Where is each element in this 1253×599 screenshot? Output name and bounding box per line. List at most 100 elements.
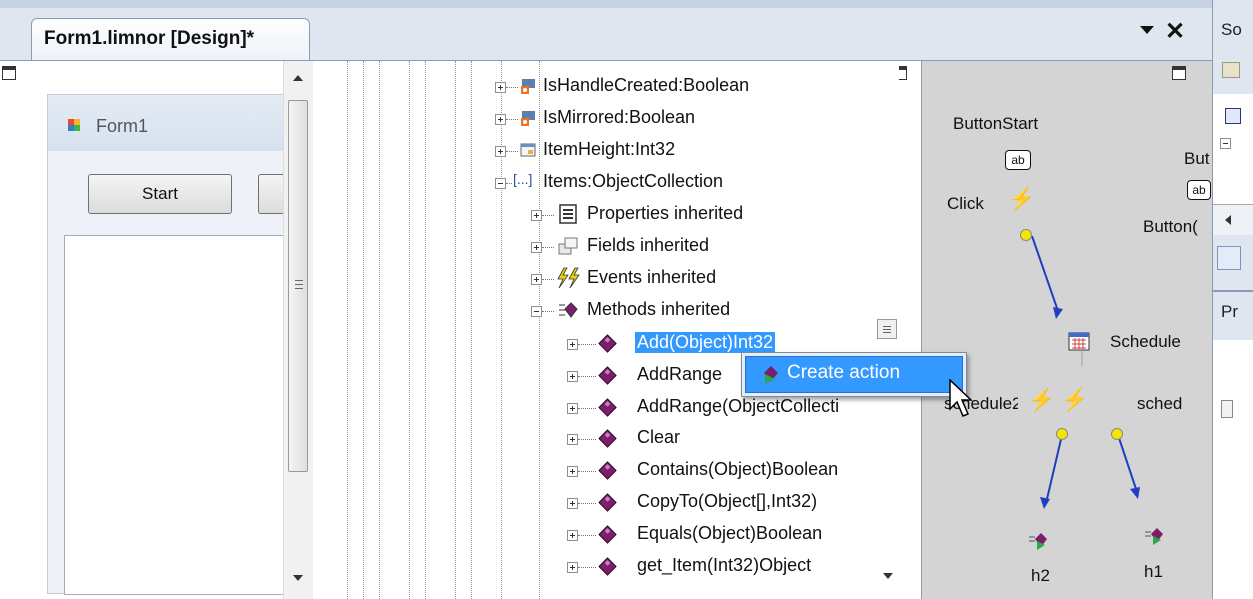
form1-window[interactable]: Form1 Start xyxy=(47,94,288,595)
designer-scroll-thumb[interactable] xyxy=(288,100,308,472)
horizontal-scrollbar[interactable] xyxy=(1213,204,1253,235)
sched-label: sched xyxy=(1137,394,1183,413)
tree-guide-line xyxy=(409,61,410,599)
tree-guide-line xyxy=(501,61,502,599)
designer-scrollbar[interactable] xyxy=(283,61,313,599)
expand-icon[interactable] xyxy=(567,371,578,382)
minimize-pane-icon[interactable] xyxy=(2,66,16,80)
action-diagram-pane[interactable]: ButtonStart ab But ab Click ⚡ Button( Sc… xyxy=(921,61,1213,599)
object-tree-pane: IsHandleCreated:Boolean IsMirrored:Boole… xyxy=(313,61,921,599)
document-tab-strip: Form1.limnor [Design]* ✕ xyxy=(0,0,1212,61)
h1-label: h1 xyxy=(1144,562,1163,581)
toolbar-icon[interactable] xyxy=(1222,62,1240,78)
form-title: Form1 xyxy=(96,116,149,136)
categorized-icon[interactable] xyxy=(1221,400,1233,418)
menu-item-create-action[interactable]: Create action xyxy=(745,356,963,393)
schedule-calendar-icon[interactable] xyxy=(1068,331,1090,351)
expand-icon[interactable] xyxy=(495,82,506,93)
click-event-label: Click xyxy=(947,194,984,213)
connector-dot[interactable] xyxy=(1020,229,1032,241)
collapse-icon[interactable] xyxy=(531,306,542,317)
tab-strip-top-border xyxy=(0,0,1212,8)
properties-grid[interactable] xyxy=(1213,340,1253,599)
method-gem-icon xyxy=(598,493,617,512)
document-tab-form1[interactable]: Form1.limnor [Design]* xyxy=(31,18,310,60)
expand-icon[interactable] xyxy=(567,339,578,350)
scroll-down-icon[interactable] xyxy=(883,573,893,579)
tree-guide-line xyxy=(347,61,348,599)
button-ab-icon[interactable]: ab xyxy=(1005,150,1031,170)
connector-dot[interactable] xyxy=(1111,428,1123,440)
button-start-label: ButtonStart xyxy=(953,114,1039,133)
tree-guide-line xyxy=(471,61,472,599)
expand-icon[interactable] xyxy=(567,530,578,541)
method-gem-icon xyxy=(598,557,617,576)
close-icon[interactable]: ✕ xyxy=(1165,17,1185,46)
solution-explorer-pane: So Pr xyxy=(1212,0,1253,599)
property-icon xyxy=(520,143,536,157)
event-lightning-icon[interactable]: ⚡ xyxy=(1008,186,1035,212)
menu-item-label: Create action xyxy=(787,362,901,383)
project-icon xyxy=(1225,108,1241,124)
scroll-down-icon[interactable] xyxy=(293,575,303,581)
method-gem-icon xyxy=(598,366,617,385)
property-locked-icon xyxy=(521,79,535,94)
expand-icon[interactable] xyxy=(531,274,542,285)
start-button[interactable]: Start xyxy=(88,174,232,214)
schedule-label: Schedule xyxy=(1110,332,1181,351)
mouse-cursor-icon xyxy=(949,379,973,417)
document-tab-title: Form1.limnor [Design]* xyxy=(44,28,255,49)
fields-icon xyxy=(558,237,578,255)
methods-icon xyxy=(559,302,578,318)
button-ab-icon[interactable]: ab xyxy=(1187,180,1211,200)
expand-icon[interactable] xyxy=(567,434,578,445)
create-action-icon xyxy=(764,366,778,384)
tree-scroll-thumb[interactable] xyxy=(877,319,897,339)
collection-icon: [...] xyxy=(513,171,533,187)
collapse-icon[interactable] xyxy=(495,178,506,189)
events-lightning-icon xyxy=(557,267,580,289)
tab-dropdown-icon[interactable] xyxy=(1140,26,1154,34)
method-gem-icon xyxy=(598,461,617,480)
event-lightning-icon[interactable]: ⚡ xyxy=(1061,387,1088,413)
h2-label: h2 xyxy=(1031,566,1050,585)
solution-tree[interactable] xyxy=(1213,94,1253,204)
form-titlebar: Form1 xyxy=(48,95,283,151)
side-panel-title: So xyxy=(1221,20,1242,39)
expand-icon[interactable] xyxy=(531,242,542,253)
properties-panel-title: Pr xyxy=(1221,302,1238,321)
tree-guide-line xyxy=(363,61,364,599)
method-gem-icon xyxy=(598,525,617,544)
button2-partial-label: Button( xyxy=(1143,217,1198,236)
diagram-connectors xyxy=(1031,235,1140,509)
tree-scrollbar[interactable] xyxy=(877,61,899,599)
search-icon[interactable] xyxy=(1217,246,1241,270)
action-h1-icon[interactable] xyxy=(1144,526,1166,546)
connector-dot[interactable] xyxy=(1056,428,1068,440)
method-gem-icon xyxy=(598,334,617,353)
expand-icon[interactable] xyxy=(531,210,542,221)
event-lightning-icon[interactable]: ⚡ xyxy=(1028,387,1055,413)
property-locked-icon xyxy=(521,111,535,126)
expand-icon[interactable] xyxy=(495,114,506,125)
expand-icon[interactable] xyxy=(567,466,578,477)
expand-icon[interactable] xyxy=(567,403,578,414)
collapse-icon[interactable] xyxy=(1220,138,1231,149)
button-partial-label: But xyxy=(1184,149,1210,168)
properties-list-icon xyxy=(559,204,577,224)
tree-guide-line xyxy=(379,61,380,599)
expand-icon[interactable] xyxy=(567,562,578,573)
scroll-left-icon[interactable] xyxy=(1225,215,1231,225)
form-designer-pane: Form1 Start xyxy=(0,61,313,599)
context-menu: Create action xyxy=(741,352,967,397)
tree-guide-line xyxy=(455,61,456,599)
method-gem-icon xyxy=(598,398,617,417)
scroll-up-icon[interactable] xyxy=(293,75,303,81)
form-client-area[interactable] xyxy=(64,235,285,595)
tree-guide-line xyxy=(539,61,540,599)
tree-guide-line xyxy=(425,61,426,599)
expand-icon[interactable] xyxy=(567,498,578,509)
expand-icon[interactable] xyxy=(495,146,506,157)
action-h2-icon[interactable] xyxy=(1028,531,1050,551)
form-icon xyxy=(68,119,80,131)
